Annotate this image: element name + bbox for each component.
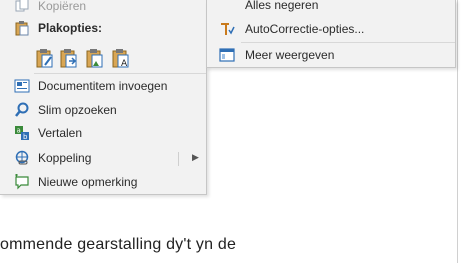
menu-item-label: Nieuwe opmerking: [38, 175, 138, 189]
svg-text:a: a: [17, 127, 21, 135]
menu-item-label: Meer weergeven: [245, 48, 335, 62]
menu-item-label: Alles negeren: [245, 0, 319, 12]
menu-item-label: Koppeling: [38, 151, 92, 165]
menu-item-label: Kopiëren: [38, 0, 87, 13]
link-icon: [15, 150, 29, 165]
smart-lookup-icon: [15, 102, 29, 117]
menu-item-label: Slim opzoeken: [38, 103, 117, 117]
menu-item-label: Documentitem invoegen: [38, 79, 168, 93]
merge-formatting-icon[interactable]: [60, 47, 80, 69]
clipboard-icon: [15, 21, 29, 36]
keep-text-only-icon[interactable]: A: [112, 47, 132, 69]
menu-separator: [241, 42, 455, 43]
menu-item-autocorrectie-opties[interactable]: AutoCorrectie-opties...: [207, 18, 455, 40]
menu-item-koppeling[interactable]: Koppeling ▶: [0, 146, 206, 170]
submenu-arrow-icon: ▶: [192, 152, 199, 162]
menu-item-slim-opzoeken[interactable]: Slim opzoeken: [0, 98, 206, 122]
submenu-divider: [178, 152, 179, 166]
more-view-icon: [219, 48, 235, 62]
menu-item-nieuwe-opmerking[interactable]: Nieuwe opmerking: [0, 170, 206, 194]
svg-text:b: b: [23, 133, 28, 141]
menu-item-alles-negeren[interactable]: Alles negeren: [207, 0, 455, 16]
context-menu: Kopiëren Plakopties: A Documentitem invo…: [0, 0, 207, 195]
new-comment-icon: [15, 174, 29, 190]
spelling-submenu: Alles negeren AutoCorrectie-opties... Me…: [206, 0, 456, 68]
menu-item-meer-weergeven[interactable]: Meer weergeven: [207, 44, 455, 66]
keep-source-formatting-icon[interactable]: [36, 47, 56, 69]
menu-item-vertalen[interactable]: a b Vertalen: [0, 121, 206, 145]
document-item-icon: [14, 79, 30, 93]
svg-text:A: A: [121, 59, 128, 69]
picture-icon[interactable]: [86, 47, 106, 69]
paste-options-title: Plakopties:: [38, 21, 103, 35]
page-edge: [457, 0, 458, 263]
menu-item-documentitem-invoegen[interactable]: Documentitem invoegen: [0, 74, 206, 98]
document-text-line: ommende gearstalling dy't yn de: [0, 236, 237, 253]
paste-options-header: Plakopties:: [0, 16, 206, 40]
translate-icon: a b: [15, 126, 29, 141]
menu-item-label: AutoCorrectie-opties...: [245, 22, 365, 36]
copy-icon: [15, 0, 29, 12]
autocorrect-icon: [221, 23, 235, 35]
menu-item-label: Vertalen: [38, 126, 83, 140]
